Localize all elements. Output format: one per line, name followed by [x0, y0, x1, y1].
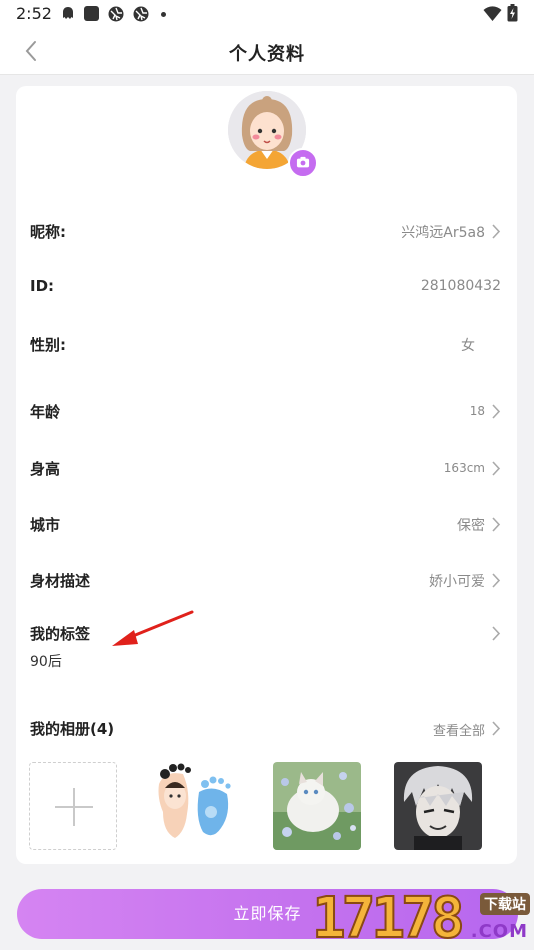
watermark-logo: 17178 下载站 .COM: [311, 886, 534, 950]
row-value: 娇小可爱: [429, 574, 485, 590]
watermark-bottom: .COM: [470, 921, 528, 942]
aperture-icon: [108, 6, 124, 22]
row-gender: 性别: 女: [16, 324, 517, 364]
row-body-description[interactable]: 身材描述 娇小可爱: [16, 560, 517, 600]
row-value: 保密: [457, 518, 485, 534]
battery-icon: [507, 4, 518, 22]
white-cat-flowers-photo-icon: [273, 762, 361, 850]
avatar-button[interactable]: [228, 91, 318, 178]
chevron-right-icon: [492, 224, 501, 239]
album-title: 我的相册(4): [30, 720, 115, 738]
chevron-right-icon: [492, 404, 501, 419]
tags-value: 90后: [30, 654, 62, 670]
album-photo[interactable]: [394, 762, 482, 850]
status-time: 2:52: [16, 4, 52, 23]
square-app-icon: [84, 6, 99, 21]
row-id: ID: 281080432: [16, 267, 517, 307]
camera-icon[interactable]: [288, 148, 318, 178]
add-photo-button[interactable]: [29, 762, 117, 850]
chevron-right-icon: [492, 461, 501, 476]
ghost-icon: [63, 7, 73, 19]
album-photo[interactable]: [273, 762, 361, 850]
anime-boy-photo-icon: [394, 762, 482, 850]
row-label: 性别:: [30, 336, 66, 354]
row-value: 18: [469, 404, 485, 418]
watermark-digits: 17178: [311, 886, 466, 950]
dot-icon: [161, 12, 166, 17]
row-label: 城市: [30, 516, 61, 534]
row-value: 163cm: [443, 461, 485, 475]
row-value: 女: [461, 338, 475, 354]
row-label: 身高: [30, 460, 61, 478]
status-bar: 2:52: [0, 0, 534, 28]
baby-footprint-photo-icon: [151, 762, 239, 850]
row-label: ID:: [30, 277, 55, 295]
row-value: 兴鸿远Ar5a8: [401, 225, 485, 241]
row-age[interactable]: 年龄 18: [16, 391, 517, 431]
wifi-icon: [483, 6, 502, 22]
profile-card: 昵称: 兴鸿远Ar5a8 ID: 281080432 性别: 女 年龄 18 身…: [16, 86, 517, 864]
row-label: 身材描述: [30, 572, 91, 590]
row-height[interactable]: 身高 163cm: [16, 448, 517, 488]
view-all-link[interactable]: 查看全部: [433, 720, 485, 739]
plus-icon: [73, 788, 75, 826]
row-my-tags[interactable]: 我的标签: [16, 613, 517, 653]
chevron-right-icon: [492, 626, 501, 641]
chevron-right-icon: [492, 517, 501, 532]
watermark-top: 下载站: [480, 893, 530, 915]
row-label: 我的标签: [30, 625, 91, 643]
page-title: 个人资料: [229, 44, 305, 65]
row-label: 年龄: [30, 403, 61, 421]
chevron-right-icon: [492, 573, 501, 588]
row-nickname[interactable]: 昵称: 兴鸿远Ar5a8: [16, 211, 517, 251]
row-city[interactable]: 城市 保密: [16, 504, 517, 544]
row-label: 昵称:: [30, 223, 66, 241]
chevron-right-icon[interactable]: [491, 721, 501, 736]
aperture-icon: [133, 6, 149, 22]
album-photo[interactable]: [151, 762, 239, 850]
annotation-arrow-icon: [112, 610, 194, 646]
navbar: 个人资料: [0, 28, 534, 75]
row-value: 281080432: [420, 278, 501, 294]
